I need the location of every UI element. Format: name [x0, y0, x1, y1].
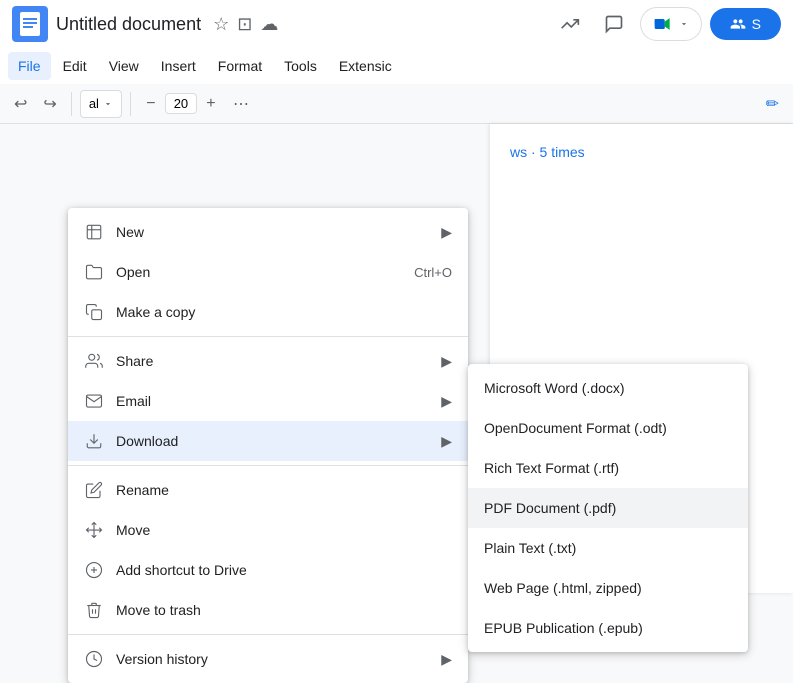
- share-button[interactable]: S: [710, 8, 781, 40]
- star-icon[interactable]: ☆: [213, 14, 229, 35]
- submenu-rtf[interactable]: Rich Text Format (.rtf): [468, 448, 748, 488]
- submenu-txt[interactable]: Plain Text (.txt): [468, 528, 748, 568]
- menu-tools[interactable]: Tools: [274, 52, 327, 80]
- new-arrow: ▶: [441, 224, 452, 241]
- edit-document-btn[interactable]: ✏: [760, 90, 785, 118]
- version-history-arrow: ▶: [441, 651, 452, 668]
- redo-button[interactable]: ↪: [37, 90, 62, 118]
- menu-extensions[interactable]: Extensic: [329, 52, 402, 80]
- version-history-label: Version history: [116, 651, 429, 667]
- open-icon: [84, 263, 104, 281]
- menu-item-trash[interactable]: Move to trash: [68, 590, 468, 630]
- menu-item-open[interactable]: Open Ctrl+O: [68, 252, 468, 292]
- menu-item-new[interactable]: New ▶: [68, 212, 468, 252]
- save-to-drive-icon[interactable]: ⊡: [237, 14, 252, 35]
- copy-icon: [84, 303, 104, 321]
- title-bar: Untitled document ☆ ⊡ ☁: [0, 0, 793, 48]
- version-history-icon: [84, 650, 104, 668]
- submenu-odt[interactable]: OpenDocument Format (.odt): [468, 408, 748, 448]
- menu-item-share[interactable]: Share ▶: [68, 341, 468, 381]
- make-copy-label: Make a copy: [116, 304, 452, 320]
- email-label: Email: [116, 393, 429, 409]
- share-menu-icon: [84, 352, 104, 370]
- submenu-epub[interactable]: EPUB Publication (.epub): [468, 608, 748, 648]
- undo-button[interactable]: ↩: [8, 90, 33, 118]
- menu-item-add-shortcut[interactable]: Add shortcut to Drive: [68, 550, 468, 590]
- menu-item-email[interactable]: Email ▶: [68, 381, 468, 421]
- menu-item-move[interactable]: Move: [68, 510, 468, 550]
- top-right-controls: S: [552, 6, 781, 42]
- more-toolbar-options[interactable]: ⋯: [227, 90, 255, 118]
- menu-format[interactable]: Format: [208, 52, 272, 80]
- menu-bar: File Edit View Insert Format Tools Exten…: [0, 48, 793, 84]
- open-shortcut: Ctrl+O: [414, 265, 452, 280]
- share-arrow: ▶: [441, 353, 452, 370]
- move-icon: [84, 521, 104, 539]
- font-size-display[interactable]: 20: [165, 93, 197, 114]
- rename-label: Rename: [116, 482, 452, 498]
- download-submenu: Microsoft Word (.docx) OpenDocument Form…: [468, 364, 748, 652]
- divider-1: [68, 336, 468, 337]
- rename-icon: [84, 481, 104, 499]
- menu-item-make-copy[interactable]: Make a copy: [68, 292, 468, 332]
- trash-label: Move to trash: [116, 602, 452, 618]
- email-arrow: ▶: [441, 393, 452, 410]
- trending-icon[interactable]: [552, 6, 588, 42]
- submenu-docx[interactable]: Microsoft Word (.docx): [468, 368, 748, 408]
- email-icon: [84, 392, 104, 410]
- new-label: New: [116, 224, 429, 240]
- document-title[interactable]: Untitled document: [56, 14, 201, 35]
- increase-font-size[interactable]: +: [199, 92, 223, 116]
- add-shortcut-icon: [84, 561, 104, 579]
- docs-app-icon: [12, 6, 48, 42]
- toolbar: ↩ ↪ al − 20 + ⋯ ✏: [0, 84, 793, 124]
- menu-item-download[interactable]: Download ▶: [68, 421, 468, 461]
- divider-3: [68, 634, 468, 635]
- toolbar-separator-2: [130, 92, 131, 116]
- menu-item-version-history[interactable]: Version history ▶: [68, 639, 468, 679]
- add-shortcut-label: Add shortcut to Drive: [116, 562, 452, 578]
- cloud-save-icon[interactable]: ☁: [260, 14, 278, 35]
- divider-2: [68, 465, 468, 466]
- doc-content-text: ws · 5 times: [490, 124, 793, 180]
- submenu-html[interactable]: Web Page (.html, zipped): [468, 568, 748, 608]
- menu-edit[interactable]: Edit: [53, 52, 97, 80]
- download-label: Download: [116, 433, 429, 449]
- chat-icon[interactable]: [596, 6, 632, 42]
- decrease-font-size[interactable]: −: [139, 92, 163, 116]
- file-dropdown-menu: New ▶ Open Ctrl+O Make a copy: [68, 208, 468, 683]
- toolbar-separator-1: [71, 92, 72, 116]
- trash-icon: [84, 601, 104, 619]
- submenu-pdf[interactable]: PDF Document (.pdf): [468, 488, 748, 528]
- download-icon: [84, 432, 104, 450]
- menu-insert[interactable]: Insert: [151, 52, 206, 80]
- menu-item-rename[interactable]: Rename: [68, 470, 468, 510]
- menu-view[interactable]: View: [99, 52, 149, 80]
- meet-button[interactable]: [640, 7, 702, 41]
- font-size-control: − 20 +: [139, 92, 223, 116]
- open-label: Open: [116, 264, 402, 280]
- share-label-menu: Share: [116, 353, 429, 369]
- new-icon: [84, 223, 104, 241]
- share-label: S: [752, 16, 761, 32]
- download-arrow: ▶: [441, 433, 452, 450]
- title-action-icons: ☆ ⊡ ☁: [213, 14, 278, 35]
- font-selector[interactable]: al: [80, 90, 122, 118]
- menu-file[interactable]: File: [8, 52, 51, 80]
- move-label: Move: [116, 522, 452, 538]
